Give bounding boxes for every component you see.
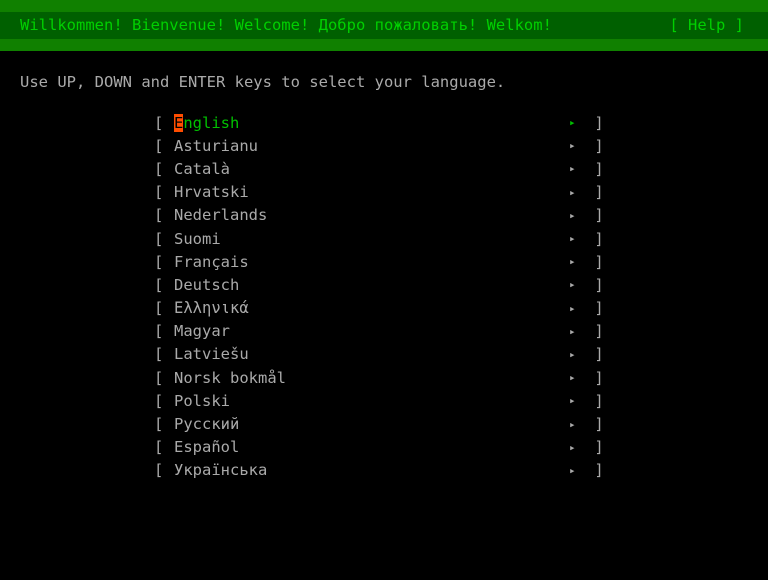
installer-screen: Willkommen! Bienvenue! Welcome! Добро по… — [0, 0, 768, 580]
cursor: E — [174, 114, 183, 132]
right-bracket: ] — [585, 137, 604, 155]
right-bracket: ] — [585, 183, 604, 201]
right-bracket: ] — [585, 276, 604, 294]
title-bar: Willkommen! Bienvenue! Welcome! Добро по… — [0, 12, 768, 39]
right-bracket: ] — [585, 438, 604, 456]
language-option[interactable]: [ Español▸ ] — [154, 436, 768, 459]
help-button[interactable]: [ Help ] — [669, 15, 748, 36]
submenu-arrow-icon: ▸ — [569, 186, 585, 199]
right-bracket: ] — [585, 345, 604, 363]
language-label: Русский — [174, 415, 569, 433]
left-bracket: [ — [154, 299, 174, 317]
submenu-arrow-icon: ▸ — [569, 139, 585, 152]
left-bracket: [ — [154, 461, 174, 479]
submenu-arrow-icon: ▸ — [569, 116, 585, 129]
language-label: Deutsch — [174, 276, 569, 294]
left-bracket: [ — [154, 415, 174, 433]
left-bracket: [ — [154, 392, 174, 410]
language-option[interactable]: [ Français▸ ] — [154, 250, 768, 273]
language-label: Polski — [174, 392, 569, 410]
top-border — [0, 0, 768, 12]
language-option[interactable]: [ Ελληνικά▸ ] — [154, 297, 768, 320]
left-bracket: [ — [154, 137, 174, 155]
language-label: Español — [174, 438, 569, 456]
language-label: Català — [174, 160, 569, 178]
submenu-arrow-icon: ▸ — [569, 255, 585, 268]
right-bracket: ] — [585, 253, 604, 271]
language-option[interactable]: [ Русский▸ ] — [154, 412, 768, 435]
submenu-arrow-icon: ▸ — [569, 325, 585, 338]
language-label: Українська — [174, 461, 569, 479]
left-bracket: [ — [154, 322, 174, 340]
left-bracket: [ — [154, 369, 174, 387]
right-bracket: ] — [585, 392, 604, 410]
language-label: Hrvatski — [174, 183, 569, 201]
language-label: English — [174, 114, 569, 132]
submenu-arrow-icon: ▸ — [569, 302, 585, 315]
submenu-arrow-icon: ▸ — [569, 348, 585, 361]
welcome-text: Willkommen! Bienvenue! Welcome! Добро по… — [20, 15, 552, 36]
right-bracket: ] — [585, 415, 604, 433]
left-bracket: [ — [154, 114, 174, 132]
language-label: Asturianu — [174, 137, 569, 155]
submenu-arrow-icon: ▸ — [569, 394, 585, 407]
language-label: Latviešu — [174, 345, 569, 363]
submenu-arrow-icon: ▸ — [569, 371, 585, 384]
left-bracket: [ — [154, 253, 174, 271]
left-bracket: [ — [154, 276, 174, 294]
title-border — [0, 39, 768, 51]
language-option[interactable]: [ Latviešu▸ ] — [154, 343, 768, 366]
language-option[interactable]: [ Українська▸ ] — [154, 459, 768, 482]
left-bracket: [ — [154, 438, 174, 456]
language-option[interactable]: [ Deutsch▸ ] — [154, 273, 768, 296]
right-bracket: ] — [585, 114, 604, 132]
right-bracket: ] — [585, 206, 604, 224]
language-label: Français — [174, 253, 569, 271]
submenu-arrow-icon: ▸ — [569, 162, 585, 175]
language-label: Ελληνικά — [174, 299, 569, 317]
right-bracket: ] — [585, 322, 604, 340]
language-option[interactable]: [ Català▸ ] — [154, 157, 768, 180]
submenu-arrow-icon: ▸ — [569, 441, 585, 454]
right-bracket: ] — [585, 299, 604, 317]
language-option[interactable]: [ Suomi▸ ] — [154, 227, 768, 250]
right-bracket: ] — [585, 230, 604, 248]
left-bracket: [ — [154, 206, 174, 224]
language-label: Suomi — [174, 230, 569, 248]
submenu-arrow-icon: ▸ — [569, 464, 585, 477]
submenu-arrow-icon: ▸ — [569, 278, 585, 291]
left-bracket: [ — [154, 230, 174, 248]
language-option[interactable]: [ Asturianu▸ ] — [154, 134, 768, 157]
left-bracket: [ — [154, 183, 174, 201]
language-label: Norsk bokmål — [174, 369, 569, 387]
right-bracket: ] — [585, 160, 604, 178]
language-option[interactable]: [ Magyar▸ ] — [154, 320, 768, 343]
left-bracket: [ — [154, 345, 174, 363]
submenu-arrow-icon: ▸ — [569, 418, 585, 431]
submenu-arrow-icon: ▸ — [569, 209, 585, 222]
language-label-rest: nglish — [183, 114, 239, 132]
language-option[interactable]: [ Nederlands▸ ] — [154, 204, 768, 227]
right-bracket: ] — [585, 369, 604, 387]
language-label: Nederlands — [174, 206, 569, 224]
submenu-arrow-icon: ▸ — [569, 232, 585, 245]
right-bracket: ] — [585, 461, 604, 479]
language-label: Magyar — [174, 322, 569, 340]
instructions-text: Use UP, DOWN and ENTER keys to select yo… — [0, 51, 768, 103]
language-list[interactable]: [ English▸ ][ Asturianu▸ ][ Català▸ ][ H… — [0, 103, 768, 482]
language-option[interactable]: [ Hrvatski▸ ] — [154, 181, 768, 204]
language-option[interactable]: [ Norsk bokmål▸ ] — [154, 366, 768, 389]
left-bracket: [ — [154, 160, 174, 178]
language-option[interactable]: [ English▸ ] — [154, 111, 768, 134]
language-option[interactable]: [ Polski▸ ] — [154, 389, 768, 412]
